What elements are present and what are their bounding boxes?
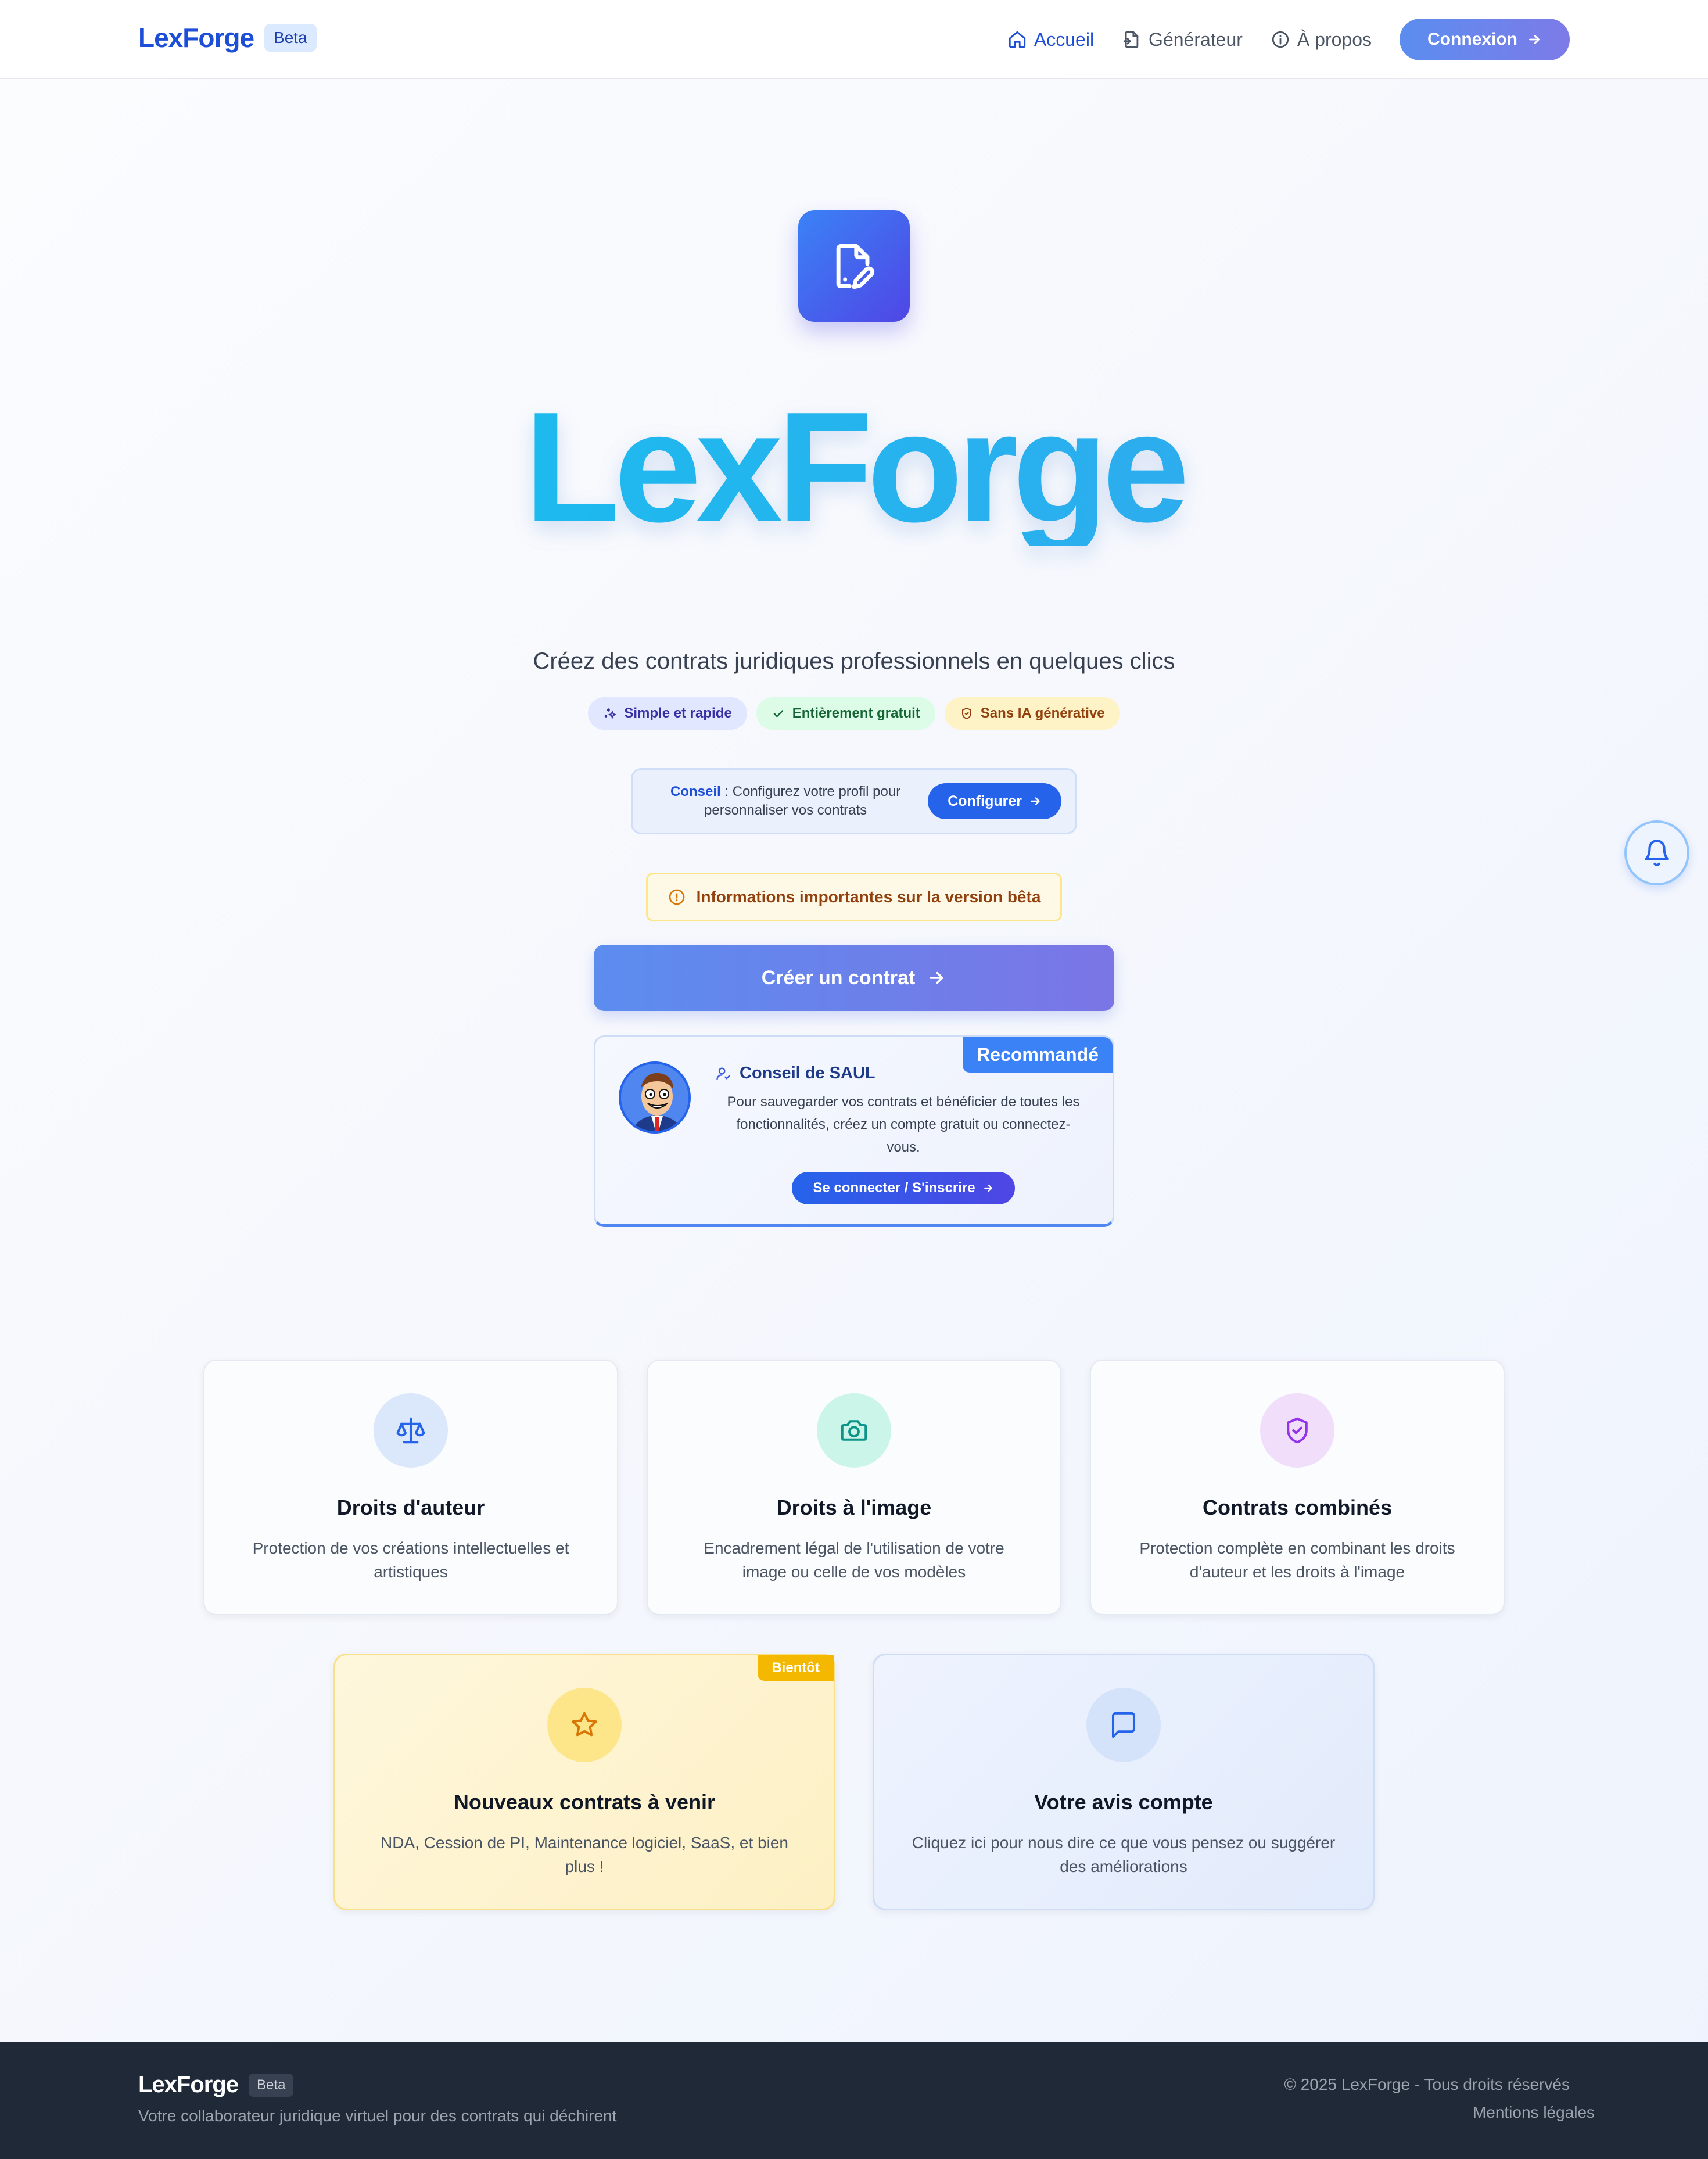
camera-icon [817,1393,891,1468]
profile-tip: Conseil : Configurez votre profil pour p… [631,768,1077,834]
feature-card-droits-image[interactable]: Droits à l'image Encadrement légal de l'… [647,1360,1061,1615]
feature-title: Votre avis compte [1034,1790,1213,1814]
nav-link-label: Générateur [1149,28,1243,50]
saul-avatar [619,1061,691,1134]
coming-soon-badge: Bientôt [758,1655,834,1681]
feature-title: Droits d'auteur [336,1495,485,1519]
footer-tagline: Votre collaborateur juridique virtuel po… [138,2107,617,2125]
badge-sans-ia: Sans IA générative [944,697,1120,730]
footer-beta-badge: Beta [249,2073,294,2097]
beta-info-text: Informations importantes sur la version … [696,888,1041,906]
arrow-right-icon [1527,32,1542,47]
saul-message: Pour sauvegarder vos contrats et bénéfic… [727,1094,1080,1155]
feature-title: Nouveaux contrats à venir [453,1790,716,1814]
legal-notice-link[interactable]: Mentions légales [1447,2103,1621,2122]
info-icon [1271,30,1290,49]
bell-icon [1642,838,1671,867]
login-label: Connexion [1427,30,1517,49]
beta-badge: Beta [264,24,317,52]
shield-icon [960,706,974,720]
arrow-right-icon [927,968,946,988]
brand-name: LexForge [138,23,254,53]
footer-brand-name: LexForge [138,2072,239,2097]
configure-label: Configurer [948,792,1022,809]
star-icon [547,1688,622,1762]
scale-icon [374,1393,448,1468]
login-button[interactable]: Connexion [1400,19,1570,60]
feature-desc: Encadrement légal de l'utilisation de vo… [704,1539,1004,1581]
feature-desc: Cliquez ici pour nous dire ce que vous p… [912,1834,1336,1875]
configure-button[interactable]: Configurer [928,783,1061,819]
feature-card-droits-auteur[interactable]: Droits d'auteur Protection de vos créati… [203,1360,618,1615]
notification-bell-button[interactable] [1624,820,1689,885]
tip-label: Conseil [670,783,721,799]
tip-text: Conseil : Configurez votre profil pour p… [656,783,915,820]
shield-check-icon [1260,1393,1334,1468]
hero-title: LexForge [0,389,1708,546]
message-icon [1086,1688,1161,1762]
footer: LexForge Beta Votre collaborateur juridi… [0,2042,1708,2159]
tip-message: : Configurez votre profil pour personnal… [704,783,901,818]
login-signup-label: Se connecter / S'inscrire [813,1180,975,1196]
check-icon [772,706,785,720]
create-contract-button[interactable]: Créer un contrat [594,945,1114,1011]
footer-copyright: © 2025 LexForge - Tous droits réservés [1284,2075,1570,2093]
nav-link-apropos[interactable]: À propos [1271,29,1372,51]
badge-label: Sans IA générative [980,705,1105,721]
home-icon [1007,30,1027,49]
beta-info-banner[interactable]: Informations importantes sur la version … [646,873,1062,921]
feature-card-contrats-combines[interactable]: Contrats combinés Protection complète en… [1090,1360,1505,1615]
feature-desc: Protection complète en combinant les dro… [1139,1539,1455,1581]
brand-logo[interactable]: LexForge Beta [138,22,317,53]
top-navbar: LexForge Beta Accueil Générateur À propo… [0,0,1708,79]
feature-card-nouveaux-contrats[interactable]: Bientôt Nouveaux contrats à venir NDA, C… [333,1654,835,1910]
hero-subtitle: Créez des contrats juridiques profession… [533,648,1175,674]
feature-badges: Simple et rapide Entièrement gratuit San… [0,697,1708,730]
login-signup-button[interactable]: Se connecter / S'inscrire [792,1172,1015,1204]
feature-title: Contrats combinés [1202,1495,1393,1519]
sparkles-icon [603,706,617,720]
saul-advice-card: Recommandé Conseil de SAUL Pour sauvegar… [594,1035,1114,1227]
feature-desc: Protection de vos créations intellectuel… [252,1539,569,1581]
badge-label: Simple et rapide [624,705,732,721]
user-icon [715,1066,731,1082]
nav-links: Accueil Générateur À propos Connexion [1007,19,1570,60]
badge-label: Entièrement gratuit [792,705,920,721]
badge-simple: Simple et rapide [588,697,747,730]
saul-title-text: Conseil de SAUL [740,1064,875,1082]
nav-link-accueil[interactable]: Accueil [1007,29,1094,51]
feature-card-avis[interactable]: Votre avis compte Cliquez ici pour nous … [873,1654,1375,1910]
create-contract-label: Créer un contrat [761,966,916,989]
arrow-right-icon [982,1182,994,1194]
recommended-badge: Recommandé [963,1037,1113,1073]
nav-link-label: À propos [1297,28,1372,50]
feature-desc: NDA, Cession de PI, Maintenance logiciel… [381,1834,788,1875]
badge-gratuit: Entièrement gratuit [756,697,935,730]
info-circle-icon [668,888,686,906]
document-edit-icon [798,210,910,322]
arrow-right-icon [1029,795,1042,808]
feature-title: Droits à l'image [776,1495,932,1519]
footer-brand: LexForge Beta [138,2072,294,2098]
nav-link-generateur[interactable]: Générateur [1122,29,1243,51]
saul-title: Conseil de SAUL [715,1064,875,1083]
nav-link-label: Accueil [1034,28,1095,50]
file-icon [1122,30,1142,49]
